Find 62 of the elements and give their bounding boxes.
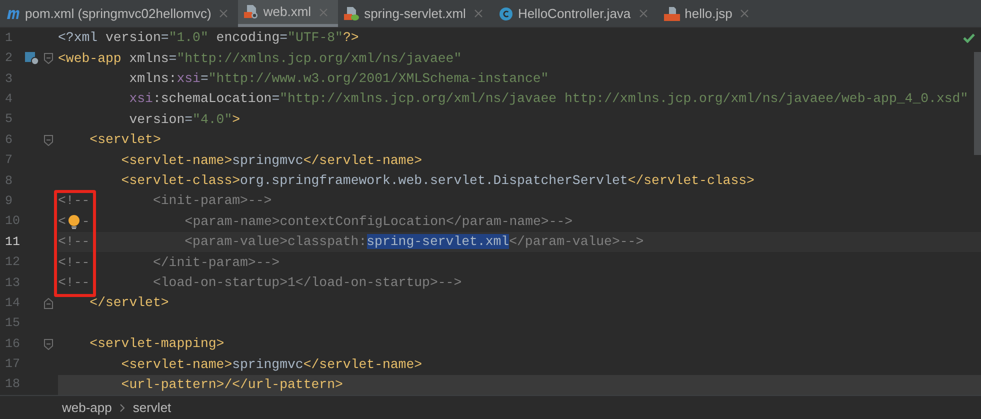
code-line: version="4.0"> bbox=[128, 110, 240, 129]
code-line: xsi:schemaLocation="http://xmlns.jcp.org/xml/ns/javaee http://xmlns.jcp.org/xml/ns/javaee/web-app_4_0.xsd" bbox=[128, 90, 968, 108]
code-line: </servlet> bbox=[88, 294, 169, 312]
lightbulb-icon[interactable] bbox=[68, 214, 80, 229]
close-icon[interactable] bbox=[219, 9, 228, 18]
web-module-icon[interactable] bbox=[25, 52, 39, 66]
code-line: <servlet> bbox=[88, 131, 161, 150]
line-number: 14 bbox=[4, 294, 22, 312]
scrollbar-thumb[interactable] bbox=[974, 52, 981, 155]
code-line: <!-- <load-on-startup>1</load-on-startup>--> bbox=[58, 274, 462, 292]
chevron-right-icon bbox=[120, 404, 125, 412]
fold-icon[interactable] bbox=[44, 298, 53, 309]
line-number: 1 bbox=[4, 30, 14, 47]
line-number: 3 bbox=[4, 70, 14, 88]
line-number: 16 bbox=[4, 336, 22, 353]
close-icon[interactable] bbox=[740, 9, 750, 18]
line-number: 4 bbox=[4, 90, 14, 108]
class-icon bbox=[498, 6, 513, 20]
code-line: - <param-name>contextConfigLocation</param-name>--> bbox=[82, 212, 573, 231]
line-number: 17 bbox=[4, 356, 22, 374]
code-line: <servlet-name>springmvc</servlet-name> bbox=[120, 152, 422, 170]
code-line: <servlet-name>springmvc</servlet-name> bbox=[120, 356, 422, 374]
fold-icon[interactable] bbox=[44, 338, 53, 350]
jsp-file-icon bbox=[664, 6, 680, 20]
fold-icon[interactable] bbox=[44, 53, 53, 64]
m-letter-icon bbox=[6, 8, 20, 20]
close-icon[interactable] bbox=[319, 8, 328, 16]
code-line: <servlet-class>org.springframework.web.servlet.DispatcherServlet</servlet-class> bbox=[120, 172, 754, 190]
line-number: 12 bbox=[4, 254, 22, 272]
file-tab[interactable]: hello.jsp bbox=[658, 0, 760, 27]
line-number: 9 bbox=[4, 192, 14, 210]
code-line: <url-pattern>/</url-pattern> bbox=[120, 376, 343, 394]
breadcrumb[interactable]: servlet bbox=[132, 398, 172, 418]
code-line: <web-app xmlns="http://xmlns.jcp.org/xml/ns/javaee" bbox=[58, 50, 462, 68]
close-icon[interactable] bbox=[638, 9, 648, 18]
xml-leaf-file-icon bbox=[344, 6, 360, 20]
code-line: <servlet-mapping> bbox=[88, 335, 224, 354]
fold-icon[interactable] bbox=[44, 134, 53, 146]
file-tab[interactable]: spring-servlet.xml bbox=[338, 0, 493, 27]
code-line: <!-- </init-param>--> bbox=[58, 254, 280, 272]
line-number: 7 bbox=[4, 152, 14, 170]
line-number: 2 bbox=[4, 50, 14, 68]
checkmark-icon[interactable] bbox=[963, 33, 975, 43]
code-line: <!-- <param-value>classpath:spring-servlet.xml</param-value>--> bbox=[58, 233, 644, 252]
breadcrumb[interactable]: web-app bbox=[62, 398, 112, 418]
file-tab[interactable]: web.xml bbox=[238, 0, 338, 27]
code-line: < bbox=[58, 212, 66, 231]
line-number: 13 bbox=[4, 274, 22, 292]
close-icon[interactable] bbox=[474, 9, 483, 18]
code-line: <!-- <init-param>--> bbox=[58, 192, 272, 210]
code-line: xmlns:xsi="http://www.w3.org/2001/XMLSchema-instance" bbox=[128, 70, 549, 88]
code-line: <?xml version="1.0" encoding="UTF-8"?> bbox=[58, 29, 359, 48]
line-number: 5 bbox=[4, 111, 14, 128]
line-number: 11 bbox=[4, 234, 22, 251]
file-tab[interactable]: pom.xml (springmvc02hellomvc) bbox=[0, 0, 238, 27]
file-tab[interactable]: HelloController.java bbox=[492, 0, 658, 27]
line-number: 15 bbox=[4, 315, 22, 332]
line-number: 10 bbox=[4, 213, 22, 230]
xml-file-icon bbox=[244, 5, 258, 19]
line-number: 8 bbox=[4, 172, 14, 190]
line-number: 18 bbox=[4, 376, 22, 394]
line-number: 6 bbox=[4, 132, 14, 149]
